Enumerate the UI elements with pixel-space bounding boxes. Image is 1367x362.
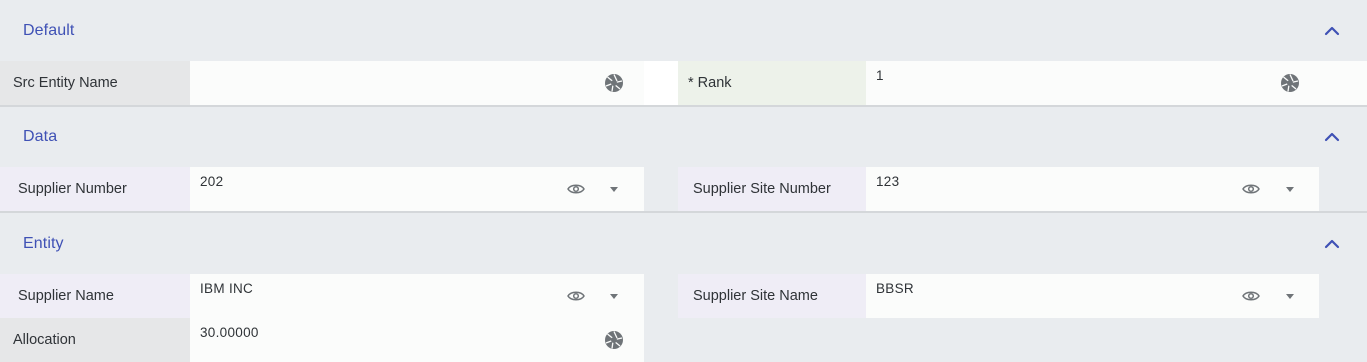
caret-down-icon[interactable] bbox=[608, 184, 620, 194]
section-header-data[interactable]: Data bbox=[0, 107, 1367, 167]
supplier-name-field[interactable]: IBM INC bbox=[190, 274, 644, 318]
supplier-site-number-label: Supplier Site Number bbox=[678, 167, 866, 211]
aperture-icon[interactable] bbox=[1280, 73, 1300, 93]
eye-icon[interactable] bbox=[1241, 288, 1261, 304]
supplier-name-value: IBM INC bbox=[200, 281, 254, 296]
supplier-number-label: Supplier Number bbox=[0, 167, 190, 211]
section-title: Default bbox=[23, 21, 75, 39]
aperture-icon[interactable] bbox=[604, 73, 624, 93]
supplier-site-name-label: Supplier Site Name bbox=[678, 274, 866, 318]
caret-down-icon[interactable] bbox=[1284, 291, 1296, 301]
supplier-site-name-value: BBSR bbox=[876, 281, 914, 296]
supplier-number-value: 202 bbox=[200, 174, 224, 189]
src-entity-name-field[interactable] bbox=[190, 61, 644, 105]
aperture-icon[interactable] bbox=[604, 330, 624, 350]
supplier-site-name-field[interactable]: BBSR bbox=[866, 274, 1319, 318]
rank-label: * Rank bbox=[678, 61, 866, 105]
eye-icon[interactable] bbox=[566, 288, 586, 304]
eye-icon[interactable] bbox=[566, 181, 586, 197]
allocation-label: Allocation bbox=[0, 318, 190, 362]
supplier-site-number-field[interactable]: 123 bbox=[866, 167, 1319, 211]
section-header-default[interactable]: Default bbox=[0, 0, 1367, 61]
supplier-site-number-value: 123 bbox=[876, 174, 900, 189]
caret-down-icon[interactable] bbox=[1284, 184, 1296, 194]
section-title: Entity bbox=[23, 234, 64, 252]
supplier-name-label: Supplier Name bbox=[0, 274, 190, 318]
rank-value: 1 bbox=[876, 68, 884, 83]
caret-down-icon[interactable] bbox=[608, 291, 620, 301]
section-title: Data bbox=[23, 128, 58, 145]
chevron-up-icon[interactable] bbox=[1323, 22, 1341, 40]
allocation-value: 30.00000 bbox=[200, 325, 259, 340]
chevron-up-icon[interactable] bbox=[1323, 128, 1341, 146]
section-header-entity[interactable]: Entity bbox=[0, 213, 1367, 274]
allocation-field[interactable]: 30.00000 bbox=[190, 318, 644, 362]
eye-icon[interactable] bbox=[1241, 181, 1261, 197]
src-entity-name-label: Src Entity Name bbox=[0, 61, 190, 105]
rank-field[interactable]: 1 bbox=[866, 61, 1367, 105]
supplier-number-field[interactable]: 202 bbox=[190, 167, 644, 211]
chevron-up-icon[interactable] bbox=[1323, 235, 1341, 253]
